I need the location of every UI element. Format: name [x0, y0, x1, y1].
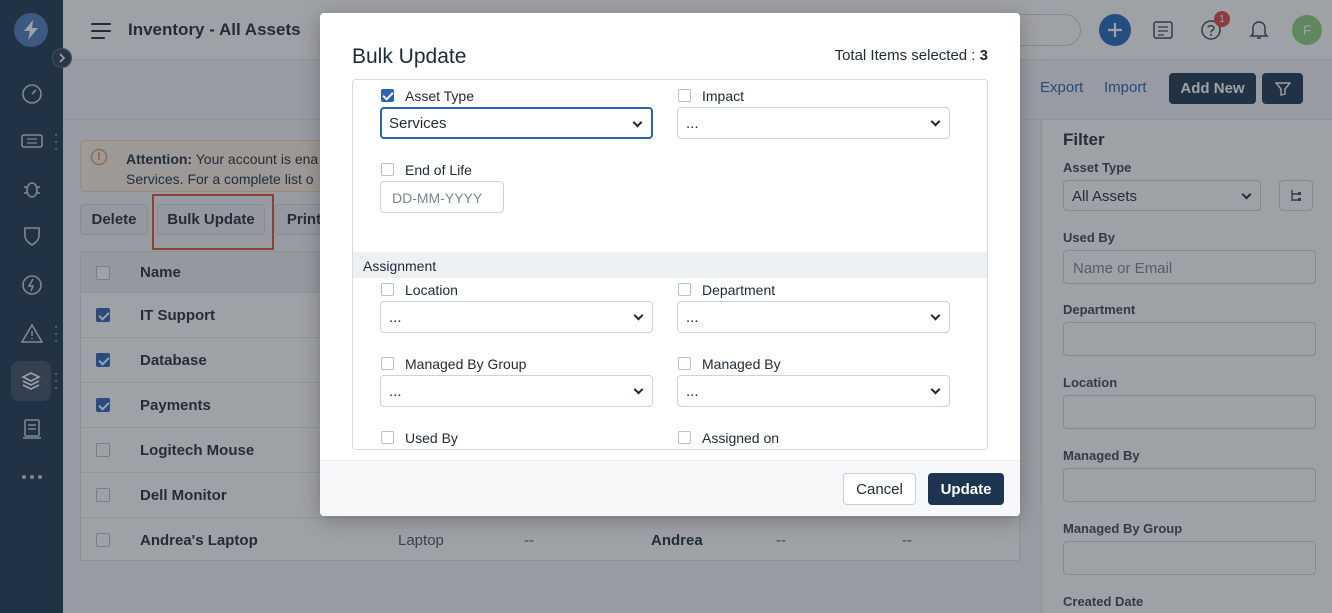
department-select[interactable]: ...	[677, 301, 950, 333]
end-of-life-date-input[interactable]: DD-MM-YYYY	[380, 181, 504, 213]
cancel-button[interactable]: Cancel	[843, 473, 916, 505]
location-value: ...	[389, 309, 402, 326]
assigned-on-label: Assigned on	[702, 430, 780, 446]
assignment-section-header: Assignment	[353, 252, 987, 278]
chevron-down-icon	[930, 116, 941, 127]
managed-by-checkbox[interactable]	[678, 357, 691, 370]
selected-count: Total Items selected : 3	[835, 47, 988, 64]
end-of-life-label: End of Life	[405, 162, 472, 178]
location-label: Location	[405, 282, 458, 298]
impact-value: ...	[686, 115, 699, 132]
chevron-down-icon	[930, 310, 941, 321]
update-button[interactable]: Update	[928, 473, 1004, 505]
department-value: ...	[686, 309, 699, 326]
selected-count-value: 3	[979, 47, 988, 64]
bulk-update-dialog: Bulk Update Total Items selected : 3 Ass…	[320, 13, 1020, 516]
managed-by-value: ...	[686, 383, 699, 400]
chevron-down-icon	[632, 117, 643, 128]
managed-by-select[interactable]: ...	[677, 375, 950, 407]
managed-by-group-label: Managed By Group	[405, 356, 527, 372]
location-select[interactable]: ...	[380, 301, 653, 333]
selected-count-label: Total Items selected :	[834, 47, 976, 64]
department-label: Department	[702, 282, 776, 298]
department-checkbox[interactable]	[678, 283, 691, 296]
asset-type-checkbox[interactable]	[381, 89, 394, 102]
end-of-life-checkbox[interactable]	[381, 163, 394, 176]
chevron-down-icon	[930, 384, 941, 395]
assigned-on-checkbox[interactable]	[678, 431, 691, 444]
asset-type-select[interactable]: Services	[380, 107, 653, 139]
impact-checkbox[interactable]	[678, 89, 691, 102]
assignment-section-label: Assignment	[363, 258, 437, 274]
location-checkbox[interactable]	[381, 283, 394, 296]
used-by-label: Used By	[405, 430, 458, 446]
asset-type-label: Asset Type	[405, 88, 475, 104]
chevron-down-icon	[633, 384, 644, 395]
impact-select[interactable]: ...	[677, 107, 950, 139]
impact-label: Impact	[702, 88, 745, 104]
managed-by-label: Managed By	[702, 356, 781, 372]
dialog-footer: Cancel Update	[320, 460, 1020, 516]
dialog-title: Bulk Update	[352, 45, 467, 68]
asset-type-value: Services	[389, 115, 447, 132]
managed-by-group-value: ...	[389, 383, 402, 400]
chevron-down-icon	[633, 310, 644, 321]
managed-by-group-checkbox[interactable]	[381, 357, 394, 370]
dialog-form: Asset Type Services Impact ... End of Li…	[352, 79, 988, 450]
used-by-checkbox[interactable]	[381, 431, 394, 444]
managed-by-group-select[interactable]: ...	[380, 375, 653, 407]
